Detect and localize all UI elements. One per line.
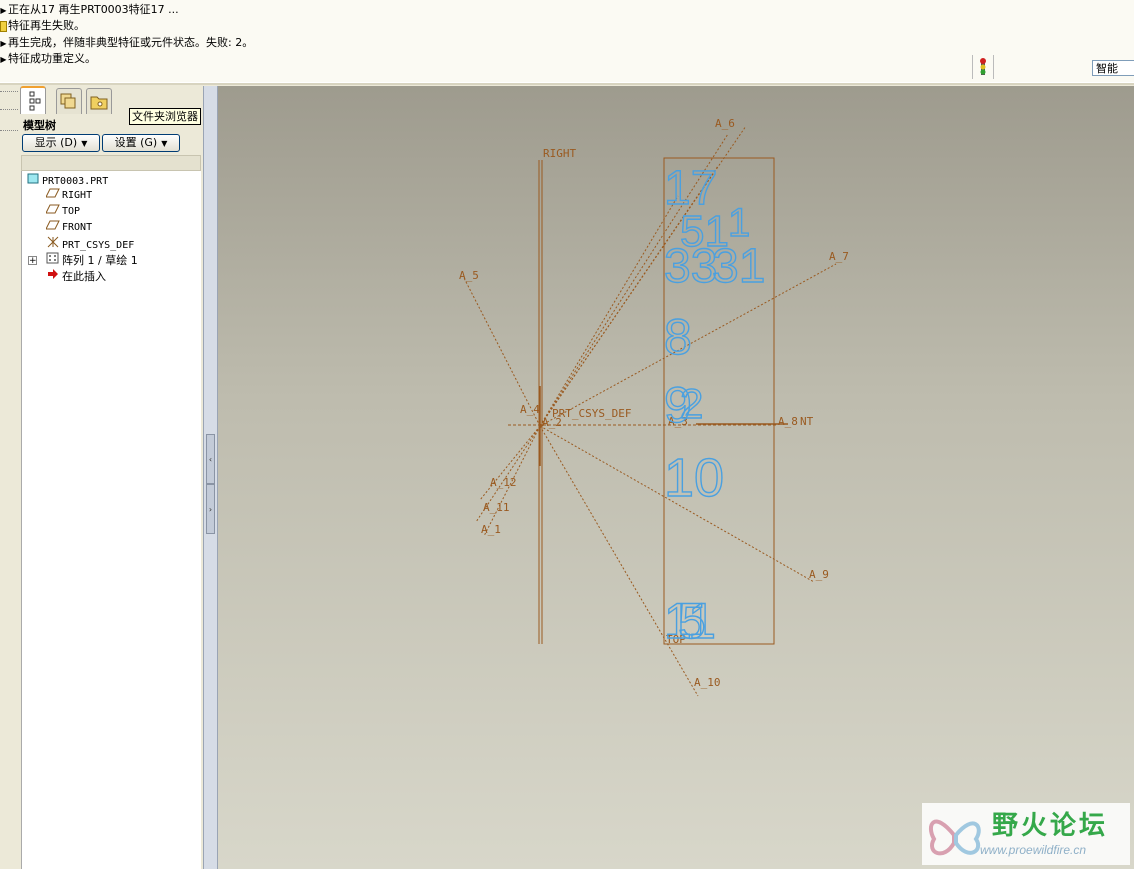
part-icon	[26, 172, 40, 190]
dimension-2: 2	[680, 380, 703, 427]
panel-title: 模型树	[23, 119, 56, 132]
dimension-5: 5	[678, 593, 706, 649]
tree-item-label: FRONT	[62, 222, 93, 233]
dimension-8: 8	[664, 309, 692, 365]
butterfly-logo-icon	[928, 819, 981, 856]
message-arrow-icon: ▶	[0, 55, 7, 64]
tree-item-top[interactable]: TOP	[45, 204, 81, 220]
show-button-label: 显示 (D)	[34, 136, 78, 149]
message-text: 特征成功重定义。	[8, 52, 96, 65]
message-line: ▶正在从17 再生PRT0003特征17 ...	[0, 2, 179, 18]
layers-icon	[60, 93, 76, 109]
divider	[0, 130, 18, 131]
settings-button[interactable]: 设置 (G) ▼	[102, 134, 180, 152]
model-tree: PRT0003.PRT RIGHT TOP FRONT PRT_CSYS_DEF…	[21, 171, 201, 869]
axis-line	[539, 195, 679, 427]
selection-filter-select[interactable]: 智能	[1092, 60, 1134, 76]
watermark-url: www.proewildfire.cn	[980, 843, 1087, 857]
watermark-title: 野火论坛	[992, 811, 1109, 841]
tab-layers[interactable]	[56, 88, 82, 114]
datum-plane-icon	[45, 188, 60, 204]
label-a12: A_12	[490, 476, 517, 489]
tree-item-label: PRT_CSYS_DEF	[62, 240, 135, 251]
tooltip: 文件夹浏览器	[129, 108, 201, 125]
label-a7: A_7	[829, 250, 849, 263]
tree-item-front[interactable]: FRONT	[45, 220, 93, 236]
graphics-window[interactable]: RIGHT A_6 A_7 A_5 A_4 PRT_CSYS_DEF A_2 A…	[218, 86, 1134, 869]
warning-icon	[0, 20, 7, 32]
datum-plane-icon	[45, 220, 60, 236]
label-a11: A_11	[483, 501, 510, 514]
message-text: 再生完成，伴随非典型特征或元件状态。失败: 2。	[8, 36, 254, 49]
divider	[0, 82, 1134, 85]
expand-toggle-icon[interactable]: +	[28, 256, 37, 266]
datum-plane-icon	[45, 204, 60, 220]
traffic-light-icon	[980, 58, 986, 75]
left-strip	[0, 86, 18, 869]
message-area: ▶正在从17 再生PRT0003特征17 ... 特征再生失败。 ▶再生完成，伴…	[0, 0, 1134, 82]
collapse-left-icon[interactable]: ‹	[206, 434, 215, 484]
tree-item-pattern[interactable]: 阵列 1 / 草绘 1	[46, 252, 138, 268]
sketch-dimensions: 17 51 1 33 31 8 9 2 10 11 5	[663, 161, 766, 649]
message-line: 特征再生失败。	[0, 18, 85, 34]
message-line: ▶再生完成，伴随非典型特征或元件状态。失败: 2。	[0, 35, 253, 51]
dimension-31: 31	[712, 240, 765, 293]
label-a4: A_4	[520, 403, 540, 416]
tree-item-label: RIGHT	[62, 190, 93, 201]
label-nt: NT	[800, 415, 814, 428]
message-arrow-icon: ▶	[0, 6, 7, 15]
model-tree-icon	[29, 91, 41, 111]
dimension-33: 33	[664, 240, 717, 293]
tree-item-label: 阵列 1 / 草绘 1	[62, 254, 138, 267]
message-line: ▶特征成功重定义。	[0, 51, 96, 67]
dimension-1: 1	[728, 201, 750, 245]
watermark: 野火论坛 www.proewildfire.cn	[922, 803, 1130, 865]
message-text: 正在从17 再生PRT0003特征17 ...	[8, 3, 179, 16]
label-a9: A_9	[809, 568, 829, 581]
label-a1: A_1	[481, 523, 501, 536]
label-a2: A_2	[542, 416, 562, 429]
tab-model-tree[interactable]	[20, 86, 46, 114]
datum-labels: RIGHT A_6 A_7 A_5 A_4 PRT_CSYS_DEF A_2 A…	[459, 117, 849, 689]
message-text: 特征再生失败。	[8, 19, 85, 32]
tree-item-csys[interactable]: PRT_CSYS_DEF	[46, 236, 134, 252]
dropdown-arrow-icon: ▼	[161, 139, 168, 148]
tree-item-label: TOP	[62, 206, 81, 217]
divider	[0, 91, 18, 92]
settings-button-label: 设置 (G)	[114, 136, 158, 149]
dropdown-arrow-icon: ▼	[81, 139, 88, 148]
expand-right-icon[interactable]: ›	[206, 484, 215, 534]
label-a5: A_5	[459, 269, 479, 282]
folder-icon	[90, 96, 108, 110]
label-csys: PRT_CSYS_DEF	[552, 407, 631, 420]
label-a10: A_10	[694, 676, 721, 689]
label-right: RIGHT	[543, 147, 576, 160]
tab-folder-browser[interactable]	[86, 88, 112, 114]
panel-splitter[interactable]: ‹ ›	[203, 86, 218, 869]
regen-status-light[interactable]	[972, 55, 994, 79]
tree-item-insert-here[interactable]: 在此插入	[46, 268, 106, 284]
label-a6: A_6	[715, 117, 735, 130]
tree-item-right[interactable]: RIGHT	[45, 188, 93, 204]
divider	[0, 109, 18, 110]
tree-column-header	[21, 155, 201, 171]
tree-item-label: PRT0003.PRT	[42, 176, 109, 187]
label-a8: A_8	[778, 415, 798, 428]
insert-arrow-icon	[46, 268, 60, 286]
message-arrow-icon: ▶	[0, 39, 7, 48]
tree-item-label: 在此插入	[62, 270, 106, 283]
show-button[interactable]: 显示 (D) ▼	[22, 134, 100, 152]
tree-item-part[interactable]: PRT0003.PRT	[26, 172, 108, 188]
dimension-10: 10	[664, 448, 724, 508]
sketch-canvas[interactable]: RIGHT A_6 A_7 A_5 A_4 PRT_CSYS_DEF A_2 A…	[218, 86, 1134, 869]
